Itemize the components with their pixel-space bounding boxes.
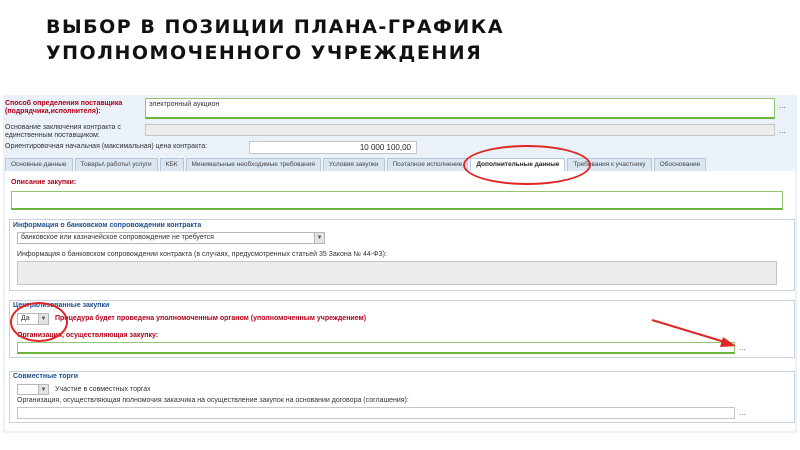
annotation-arrow [651,319,736,347]
arrow-icon [720,337,736,347]
